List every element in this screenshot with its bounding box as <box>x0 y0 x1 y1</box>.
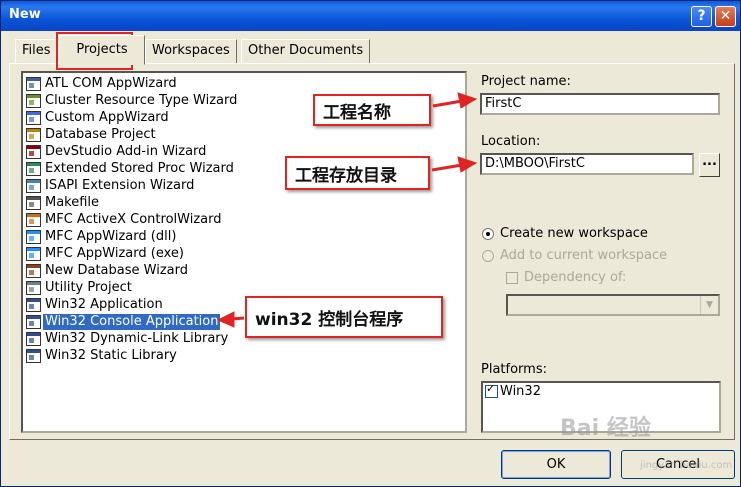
list-item[interactable]: DevStudio Add-in Wizard <box>25 143 208 160</box>
help-icon: ? <box>697 8 706 24</box>
watermark-url: jingyan.baidu.com <box>640 460 733 471</box>
chevron-down-icon: ▼ <box>700 296 718 314</box>
list-item-label: Cluster Resource Type Wizard <box>45 92 238 108</box>
list-item-label: Utility Project <box>45 279 132 295</box>
list-item-label: New Database Wizard <box>45 262 188 278</box>
win32-static-library-icon <box>25 348 41 363</box>
mfc-exe-icon <box>25 246 41 261</box>
list-item[interactable]: ISAPI Extension Wizard <box>25 177 196 194</box>
list-item[interactable]: Win32 Dynamic-Link Library <box>25 330 230 347</box>
win32-console-icon <box>25 314 41 329</box>
list-item-label: Win32 Console Application <box>43 313 221 330</box>
mfc-activex-icon <box>25 212 41 227</box>
project-name-input[interactable]: FirstC <box>480 93 720 115</box>
dependency-of-dropdown[interactable]: ▼ <box>506 294 720 316</box>
list-item-label: ISAPI Extension Wizard <box>45 177 195 193</box>
stored-proc-wizard-icon <box>25 161 41 176</box>
annotation-project-name: 工程名称 <box>313 94 431 126</box>
list-item[interactable]: Cluster Resource Type Wizard <box>25 92 239 109</box>
list-item[interactable]: MFC AppWizard (dll) <box>25 228 178 245</box>
list-item-label: DevStudio Add-in Wizard <box>45 143 207 159</box>
list-item[interactable]: Utility Project <box>25 279 134 296</box>
list-item[interactable]: MFC AppWizard (exe) <box>25 245 186 262</box>
project-name-label: Project name: <box>481 74 571 89</box>
platform-checkbox[interactable] <box>485 382 498 398</box>
list-item-label: MFC ActiveX ControlWizard <box>45 211 222 227</box>
utility-project-icon <box>25 280 41 295</box>
ok-button[interactable]: OK <box>501 450 611 479</box>
isapi-wizard-icon <box>25 178 41 193</box>
dependency-of-label: Dependency of: <box>524 270 627 285</box>
dependency-of-checkbox[interactable] <box>506 272 518 284</box>
tab-projects[interactable]: Projects <box>59 35 145 65</box>
list-item[interactable]: MFC ActiveX ControlWizard <box>25 211 223 228</box>
win32-application-icon <box>25 297 41 312</box>
browse-button[interactable]: ... <box>699 153 720 177</box>
list-item-label: Makefile <box>45 194 100 210</box>
list-item-label: Win32 Application <box>45 296 163 312</box>
platform-item[interactable]: Win32 <box>485 382 541 399</box>
watermark-logo: Bai 经验 <box>560 416 651 441</box>
list-item-label: Extended Stored Proc Wizard <box>45 160 234 176</box>
list-item-label: MFC AppWizard (exe) <box>45 245 184 261</box>
tab-workspaces-label: Workspaces <box>152 43 230 58</box>
tab-files-label: Files <box>22 43 51 58</box>
help-button[interactable]: ? <box>691 6 712 27</box>
list-item-label: Custom AppWizard <box>45 109 169 125</box>
mfc-dll-icon <box>25 229 41 244</box>
close-button[interactable]: ✕ <box>715 6 736 27</box>
platform-label: Win32 <box>500 384 541 399</box>
custom-appwizard-icon <box>25 110 41 125</box>
list-item-label: Win32 Dynamic-Link Library <box>45 330 229 346</box>
tab-workspaces[interactable]: Workspaces <box>145 39 237 63</box>
location-label: Location: <box>481 134 541 149</box>
tab-other-documents-label: Other Documents <box>248 43 364 58</box>
list-item-label: ATL COM AppWizard <box>45 75 177 91</box>
annotation-console-app: win32 控制台程序 <box>245 296 443 338</box>
add-to-current-workspace-label: Add to current workspace <box>500 248 668 263</box>
list-item-label: Database Project <box>45 126 156 142</box>
title-bar[interactable]: New ? ✕ <box>1 1 740 31</box>
list-item[interactable]: Makefile <box>25 194 101 211</box>
database-project-icon <box>25 127 41 142</box>
create-new-workspace-label: Create new workspace <box>500 226 648 241</box>
list-item-label: MFC AppWizard (dll) <box>45 228 177 244</box>
addin-wizard-icon <box>25 144 41 159</box>
close-icon: ✕ <box>719 8 732 24</box>
create-new-workspace-radio[interactable] <box>482 228 494 240</box>
tab-other-documents[interactable]: Other Documents <box>241 39 371 63</box>
tab-files[interactable]: Files <box>15 39 58 63</box>
list-item[interactable]: ATL COM AppWizard <box>25 75 179 92</box>
atl-wizard-icon <box>25 76 41 91</box>
list-item[interactable]: Extended Stored Proc Wizard <box>25 160 236 177</box>
list-item[interactable]: Database Project <box>25 126 158 143</box>
location-input[interactable]: D:\MBOO\FirstC <box>480 153 694 175</box>
list-item[interactable]: Win32 Console Application <box>25 313 221 330</box>
cluster-wizard-icon <box>25 93 41 108</box>
new-database-wizard-icon <box>25 263 41 278</box>
tab-projects-label: Projects <box>76 42 128 57</box>
win32-dll-icon <box>25 331 41 346</box>
list-item[interactable]: Custom AppWizard <box>25 109 171 126</box>
add-to-current-workspace-radio[interactable] <box>482 250 494 262</box>
list-item[interactable]: Win32 Application <box>25 296 165 313</box>
annotation-location: 工程存放目录 <box>285 156 430 190</box>
list-item[interactable]: New Database Wizard <box>25 262 190 279</box>
window-title: New <box>9 7 41 22</box>
list-item-label: Win32 Static Library <box>45 347 177 363</box>
makefile-icon <box>25 195 41 210</box>
platforms-label: Platforms: <box>481 362 547 377</box>
list-item[interactable]: Win32 Static Library <box>25 347 179 364</box>
